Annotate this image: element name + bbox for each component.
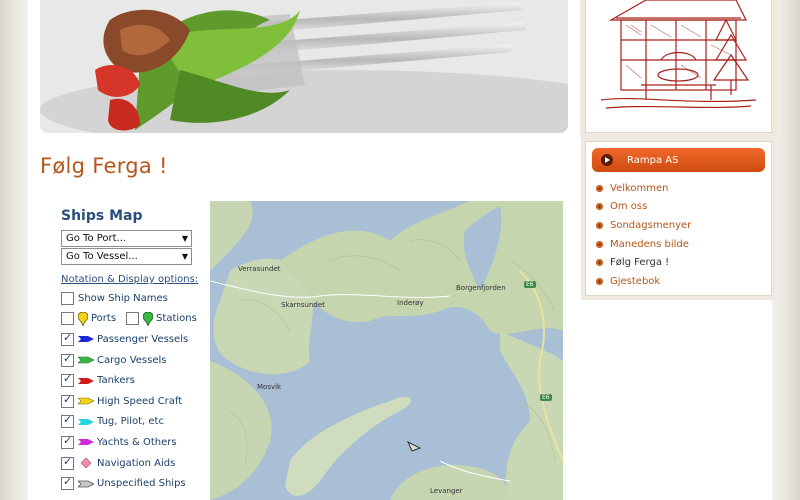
go-to-vessel-value: Go To Vessel...: [66, 251, 138, 262]
unspecified-ships-checkbox[interactable]: [61, 475, 74, 491]
go-to-vessel-select[interactable]: Go To Vessel... ▼: [61, 248, 192, 265]
go-to-port-select[interactable]: Go To Port... ▼: [61, 230, 192, 247]
magenta-arrow-icon: [78, 439, 94, 446]
tug-pilot-checkbox[interactable]: [61, 413, 74, 429]
cyan-arrow-icon: [78, 418, 94, 425]
option-yachts-others: Yachts & Others: [61, 432, 211, 453]
option-unspecified-ships: Unspecified Ships: [61, 473, 211, 494]
rampa-logo-drawing: [600, 0, 757, 109]
option-label: Unspecified Ships: [97, 478, 186, 490]
passenger-vessels-checkbox[interactable]: [61, 331, 74, 346]
option-tug-pilot: Tug, Pilot, etc: [61, 412, 211, 433]
road-badge-e6: E6: [540, 394, 552, 401]
map-label-verrasundet: Verrasundet: [238, 265, 281, 273]
red-arrow-icon: [78, 377, 94, 384]
option-tankers: Tankers: [61, 370, 211, 391]
nav-item-label: Følg Ferga !: [610, 257, 670, 269]
ports-checkbox[interactable]: [61, 312, 74, 326]
tankers-checkbox[interactable]: [61, 372, 74, 388]
high-speed-craft-checkbox[interactable]: [61, 393, 74, 408]
option-label: Yachts & Others: [97, 436, 177, 448]
option-label: High Speed Craft: [97, 395, 183, 407]
bullet-icon: [596, 221, 603, 229]
yellow-pin-icon: [78, 311, 88, 326]
navigation-aids-checkbox[interactable]: [61, 455, 74, 470]
page-title: Følg Ferga !: [40, 154, 168, 178]
map-label-inderoy: Inderøy: [397, 299, 424, 307]
option-navigation-aids: Navigation Aids: [61, 453, 211, 474]
option-show-ship-names: Show Ship Names: [61, 288, 211, 309]
pink-diamond-icon: [80, 458, 92, 469]
chevron-down-icon: ▼: [181, 234, 188, 243]
ships-map-title: Ships Map: [61, 208, 143, 224]
option-high-speed-craft: High Speed Craft: [61, 391, 211, 412]
nav-item-sondagsmenyer[interactable]: Sondagsmenyer: [596, 216, 771, 235]
notation-display-options-link[interactable]: Notation & Display options:: [61, 274, 211, 285]
option-label: Tug, Pilot, etc: [97, 416, 164, 428]
blue-arrow-icon: [78, 336, 94, 343]
green-arrow-icon: [78, 356, 94, 364]
side-header-rampa-as[interactable]: Rampa AS: [592, 148, 765, 172]
bullet-icon: [596, 240, 603, 248]
road-badge-e6: E6: [524, 281, 536, 288]
nav-item-label: Manedens bilde: [610, 238, 689, 250]
stations-checkbox[interactable]: [126, 312, 140, 326]
hero-food-photo: [40, 0, 568, 133]
show-ship-names-checkbox[interactable]: [61, 291, 74, 305]
go-to-port-value: Go To Port...: [66, 233, 127, 244]
nav-item-om-oss[interactable]: Om oss: [596, 198, 771, 217]
side-header-label: Rampa AS: [627, 154, 679, 166]
map-label-borgenfjorden: Borgenfjorden: [456, 284, 506, 292]
green-pin-icon: [143, 311, 154, 326]
option-label: Navigation Aids: [97, 457, 176, 469]
option-label: Ports: [91, 313, 117, 325]
logo-box: [585, 0, 772, 133]
nav-item-gjestebok[interactable]: Gjestebok: [596, 272, 771, 291]
nav-item-label: Gjestebok: [610, 275, 661, 287]
nav-item-label: Sondagsmenyer: [610, 219, 692, 231]
nav-item-label: Om oss: [610, 201, 648, 213]
ships-map[interactable]: Verrasundet Skarnsundet Inderøy Borgenfj…: [210, 201, 563, 500]
option-label: Cargo Vessels: [97, 354, 167, 366]
map-terrain: [210, 201, 563, 500]
play-arrow-icon: [601, 154, 613, 166]
nav-item-folg-ferga[interactable]: Følg Ferga !: [596, 253, 771, 272]
bullet-icon: [596, 259, 603, 267]
page-container: Følg Ferga ! Ships Map Go To Port... ▼ G…: [28, 0, 772, 500]
bullet-icon: [596, 203, 603, 211]
option-label: Tankers: [97, 375, 135, 387]
map-label-skarnsundet: Skarnsundet: [281, 301, 325, 309]
map-label-mosvik: Mosvik: [257, 383, 282, 391]
nav-item-label: Velkommen: [610, 182, 669, 194]
option-label: Stations: [156, 313, 197, 325]
option-label: Passenger Vessels: [97, 333, 189, 345]
side-navigation-box: Rampa AS Velkommen Om oss Sondagsmenyer …: [585, 141, 772, 296]
nav-item-velkommen[interactable]: Velkommen: [596, 179, 771, 198]
yellow-arrow-icon: [78, 397, 94, 405]
option-label: Show Ship Names: [78, 292, 168, 304]
option-cargo-vessels: Cargo Vessels: [61, 350, 211, 371]
bullet-icon: [596, 184, 603, 192]
gray-arrow-icon: [78, 480, 94, 488]
side-nav-list: Velkommen Om oss Sondagsmenyer Manedens …: [586, 179, 771, 291]
chevron-down-icon: ▼: [181, 252, 188, 261]
nav-item-manedens-bilde[interactable]: Manedens bilde: [596, 235, 771, 254]
cargo-vessels-checkbox[interactable]: [61, 352, 74, 367]
ships-map-panel: Ships Map Go To Port... ▼ Go To Vessel..…: [61, 208, 211, 494]
yachts-others-checkbox[interactable]: [61, 434, 74, 449]
map-label-levanger: Levanger: [430, 487, 463, 495]
option-ports-stations: Ports Stations: [61, 309, 211, 330]
bullet-icon: [596, 277, 603, 285]
option-passenger-vessels: Passenger Vessels: [61, 329, 211, 350]
